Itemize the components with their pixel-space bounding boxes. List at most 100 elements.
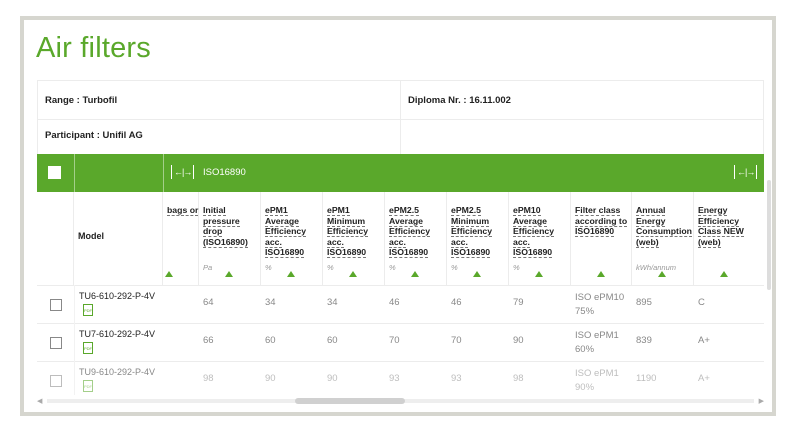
- col-label: ePM2.5 Average Efficiency acc. ISO16890: [389, 205, 431, 258]
- cell-epm25-min: 93: [451, 373, 462, 384]
- divider: [74, 285, 75, 395]
- info-empty-cell: [401, 117, 763, 154]
- cell-energy-class: A+: [698, 373, 710, 384]
- row-checkbox[interactable]: [50, 375, 62, 387]
- participant-label: Participant : Unifil AG: [38, 117, 401, 154]
- cell-epm1-min: 60: [327, 335, 338, 346]
- cell-filter-class: ISO ePM1 60%: [575, 329, 619, 357]
- cell-epm10-avg: 79: [513, 297, 524, 308]
- filter-class-line1: ISO ePM1: [575, 330, 619, 341]
- model-link[interactable]: TU7-610-292-P-4V: [79, 329, 155, 339]
- header-col-pressure[interactable]: Initial pressure drop (ISO16890) Pa: [199, 192, 261, 285]
- horizontal-scrollbar[interactable]: ◀ ▶: [37, 397, 764, 405]
- sort-arrow-icon[interactable]: [349, 271, 357, 277]
- cell-epm25-min: 46: [451, 297, 462, 308]
- sort-arrow-icon[interactable]: [225, 271, 233, 277]
- table-row[interactable]: TU9-610-292-P-4V PDF 98 90 90 93 93 98 I…: [37, 362, 764, 399]
- col-unit: %: [265, 263, 272, 272]
- header-col-epm25-min[interactable]: ePM2.5 Minimum Efficiency acc. ISO16890 …: [447, 192, 509, 285]
- cell-energy-class: C: [698, 297, 705, 308]
- col-unit: %: [513, 263, 520, 272]
- select-all-checkbox[interactable]: [48, 166, 61, 179]
- row-checkbox[interactable]: [50, 299, 62, 311]
- main-frame: Air filters Range : Turbofil Diploma Nr.…: [20, 16, 776, 416]
- header-col-epm1-min[interactable]: ePM1 Minimum Efficiency acc. ISO16890 %: [323, 192, 385, 285]
- model-link[interactable]: TU6-610-292-P-4V: [79, 291, 155, 301]
- sort-arrow-icon[interactable]: [287, 271, 295, 277]
- sort-arrow-icon[interactable]: [658, 271, 666, 277]
- col-label: Filter class according to ISO16890: [575, 205, 628, 237]
- row-checkbox[interactable]: [50, 337, 62, 349]
- header-col-epm10-avg[interactable]: ePM10 Average Efficiency acc. ISO16890 %: [509, 192, 571, 285]
- col-unit: %: [327, 263, 334, 272]
- cell-energy: 1190: [636, 373, 657, 384]
- cell-epm10-avg: 90: [513, 335, 524, 346]
- sort-arrow-icon[interactable]: [473, 271, 481, 277]
- cell-epm25-min: 70: [451, 335, 462, 346]
- cell-pressure: 64: [203, 297, 214, 308]
- filter-class-line2: 60%: [575, 344, 595, 355]
- cell-pressure: 66: [203, 335, 214, 346]
- header-col-epm25-avg[interactable]: ePM2.5 Average Efficiency acc. ISO16890 …: [385, 192, 447, 285]
- cell-filter-class: ISO ePM10 75%: [575, 291, 624, 319]
- sort-arrow-icon[interactable]: [165, 271, 173, 277]
- header-col-energy[interactable]: Annual Energy Consumption (web) kWh/annu…: [632, 192, 694, 285]
- cell-epm25-avg: 93: [389, 373, 400, 384]
- cell-epm1-min: 34: [327, 297, 338, 308]
- cell-epm1-avg: 34: [265, 297, 276, 308]
- sort-arrow-icon[interactable]: [535, 271, 543, 277]
- col-unit: kWh/annum: [636, 263, 677, 272]
- col-label: Initial pressure drop (ISO16890): [203, 205, 248, 248]
- col-unit: Pa: [203, 263, 213, 272]
- sort-arrow-icon[interactable]: [720, 271, 728, 277]
- cell-epm25-avg: 46: [389, 297, 400, 308]
- range-label: Range : Turbofil: [38, 81, 401, 119]
- scroll-right-icon[interactable]: ▶: [759, 397, 764, 405]
- pdf-icon[interactable]: PDF: [83, 380, 93, 392]
- filter-class-line2: 75%: [575, 306, 595, 317]
- diploma-label: Diploma Nr. : 16.11.002: [408, 94, 511, 106]
- pdf-icon[interactable]: PDF: [83, 304, 93, 316]
- band-model-cell: [74, 154, 164, 192]
- table-row[interactable]: TU7-610-292-P-4V PDF 66 60 60 70 70 90 I…: [37, 324, 764, 362]
- col-label: Annual Energy Consumption (web): [636, 205, 692, 248]
- band-standard-label: ISO16890: [203, 167, 246, 178]
- col-label: ePM2.5 Minimum Efficiency acc. ISO16890: [451, 205, 493, 258]
- header-col-energy-class[interactable]: Energy Efficiency Class NEW (web): [694, 192, 753, 285]
- vertical-scroll-thumb[interactable]: [767, 180, 771, 290]
- header-col-epm1-avg[interactable]: ePM1 Average Efficiency acc. ISO16890 %: [261, 192, 323, 285]
- cell-filter-class: ISO ePM1 90%: [575, 367, 619, 395]
- sort-arrow-icon[interactable]: [597, 271, 605, 277]
- pdf-icon[interactable]: PDF: [83, 342, 93, 354]
- col-unit: %: [451, 263, 458, 272]
- band-check-cell: [37, 154, 75, 192]
- collapse-column-icon[interactable]: ←|→: [734, 165, 758, 179]
- cell-energy: 839: [636, 335, 652, 346]
- expand-column-icon[interactable]: ←|→: [171, 165, 195, 179]
- header-model[interactable]: Model: [74, 192, 163, 285]
- col-label: ePM10 Average Efficiency acc. ISO16890: [513, 205, 555, 258]
- cell-epm10-avg: 98: [513, 373, 524, 384]
- model-link[interactable]: TU9-610-292-P-4V: [79, 367, 155, 377]
- filter-class-line1: ISO ePM10: [575, 292, 625, 303]
- header-check-cell: [37, 192, 74, 285]
- model-header-label: Model: [78, 231, 104, 241]
- table-row[interactable]: TU6-610-292-P-4V PDF 64 34 34 46 46 79 I…: [37, 286, 764, 324]
- header-col-filter-class[interactable]: Filter class according to ISO16890: [571, 192, 632, 285]
- col-unit: %: [389, 263, 396, 272]
- header-col-bags[interactable]: bags or: [163, 192, 199, 285]
- info-row-2: Participant : Unifil AG: [37, 117, 764, 155]
- group-header-band: ←|→ ISO16890 ←|→: [37, 154, 764, 192]
- results-table: Model bags or Initial pressure drop (ISO…: [37, 192, 764, 395]
- cell-energy-class: A+: [698, 335, 710, 346]
- scroll-left-icon[interactable]: ◀: [37, 397, 42, 405]
- cell-energy: 895: [636, 297, 652, 308]
- cell-epm1-avg: 60: [265, 335, 276, 346]
- col-label: Energy Efficiency Class NEW (web): [698, 205, 744, 248]
- vertical-scrollbar[interactable]: [766, 154, 772, 395]
- horizontal-scroll-thumb[interactable]: [295, 398, 405, 404]
- cell-pressure: 98: [203, 373, 214, 384]
- table-header-row: Model bags or Initial pressure drop (ISO…: [37, 192, 764, 286]
- sort-arrow-icon[interactable]: [411, 271, 419, 277]
- cell-epm1-avg: 90: [265, 373, 276, 384]
